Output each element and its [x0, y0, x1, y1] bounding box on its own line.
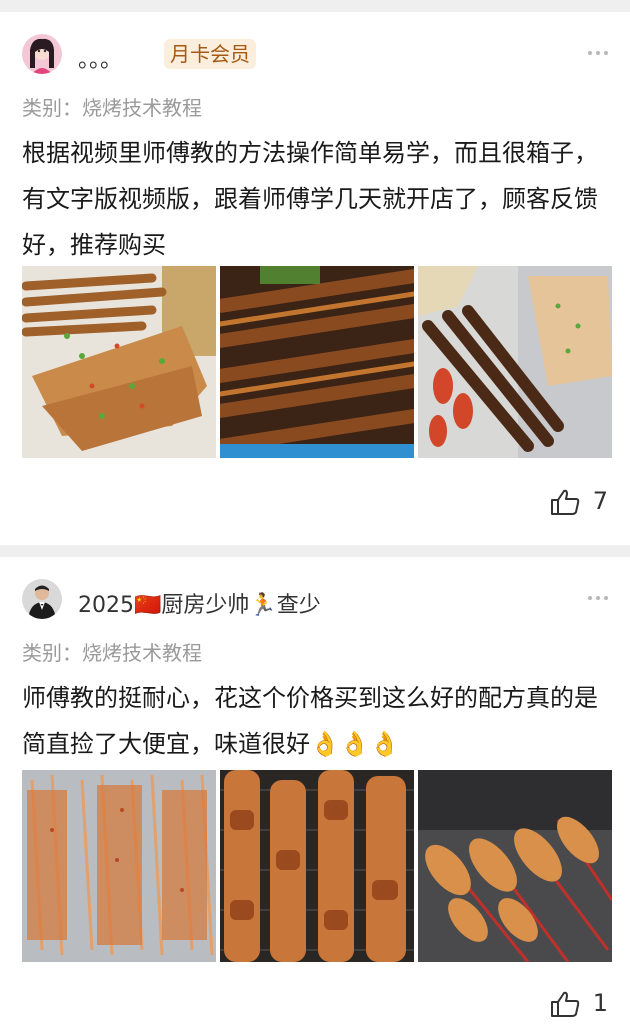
thumbs-up-icon	[551, 991, 580, 1017]
category-label: 类别：	[22, 96, 82, 120]
user-avatar[interactable]	[22, 579, 62, 619]
membership-badge: 月卡会员	[164, 39, 256, 69]
username[interactable]: 。。。	[78, 42, 122, 74]
user-avatar[interactable]	[22, 34, 62, 74]
category-label: 类别：	[22, 641, 82, 665]
like-button[interactable]: 1	[518, 988, 608, 1020]
post-card[interactable]: 2025🇨🇳厨房少帅🏃查少 类别：烧烤技术教程 师傅教的挺耐心，花这个价格买到这…	[0, 557, 630, 1024]
post-category: 类别：烧烤技术教程	[22, 637, 202, 666]
photo-skewers-tofu[interactable]	[22, 266, 216, 458]
category-value: 烧烤技术教程	[82, 96, 202, 120]
photo-meat-skewers-grill[interactable]	[418, 770, 612, 962]
like-count: 1	[592, 989, 608, 1017]
post-category: 类别：烧烤技术教程	[22, 92, 202, 121]
username[interactable]: 2025🇨🇳厨房少帅🏃查少	[78, 587, 321, 619]
post-content: 师傅教的挺耐心，花这个价格买到这么好的配方真的是简直捡了大便宜，味道很好👌👌👌	[22, 684, 598, 758]
post-content: 根据视频里师傅教的方法操作简单易学，而且很箱子，有文字版视频版，跟着师傅学几天就…	[22, 139, 598, 259]
like-button[interactable]: 7	[518, 486, 608, 518]
photo-chicken-skewers[interactable]	[220, 770, 414, 962]
post-card[interactable]: 。。。 月卡会员 类别：烧烤技术教程 根据视频里师傅教的方法操作简单易学，而且很…	[0, 12, 630, 545]
like-count: 7	[592, 487, 608, 515]
more-dots-icon[interactable]	[586, 41, 610, 65]
thumbs-up-icon	[551, 489, 580, 515]
category-value: 烧烤技术教程	[82, 641, 202, 665]
photo-grid	[22, 770, 612, 962]
more-dots-icon[interactable]	[586, 586, 610, 610]
photo-sausage-skewers[interactable]	[418, 266, 612, 458]
photo-enoki-skewers[interactable]	[22, 770, 216, 962]
photo-grid	[22, 266, 612, 458]
photo-grilled-skewers[interactable]	[220, 266, 414, 458]
